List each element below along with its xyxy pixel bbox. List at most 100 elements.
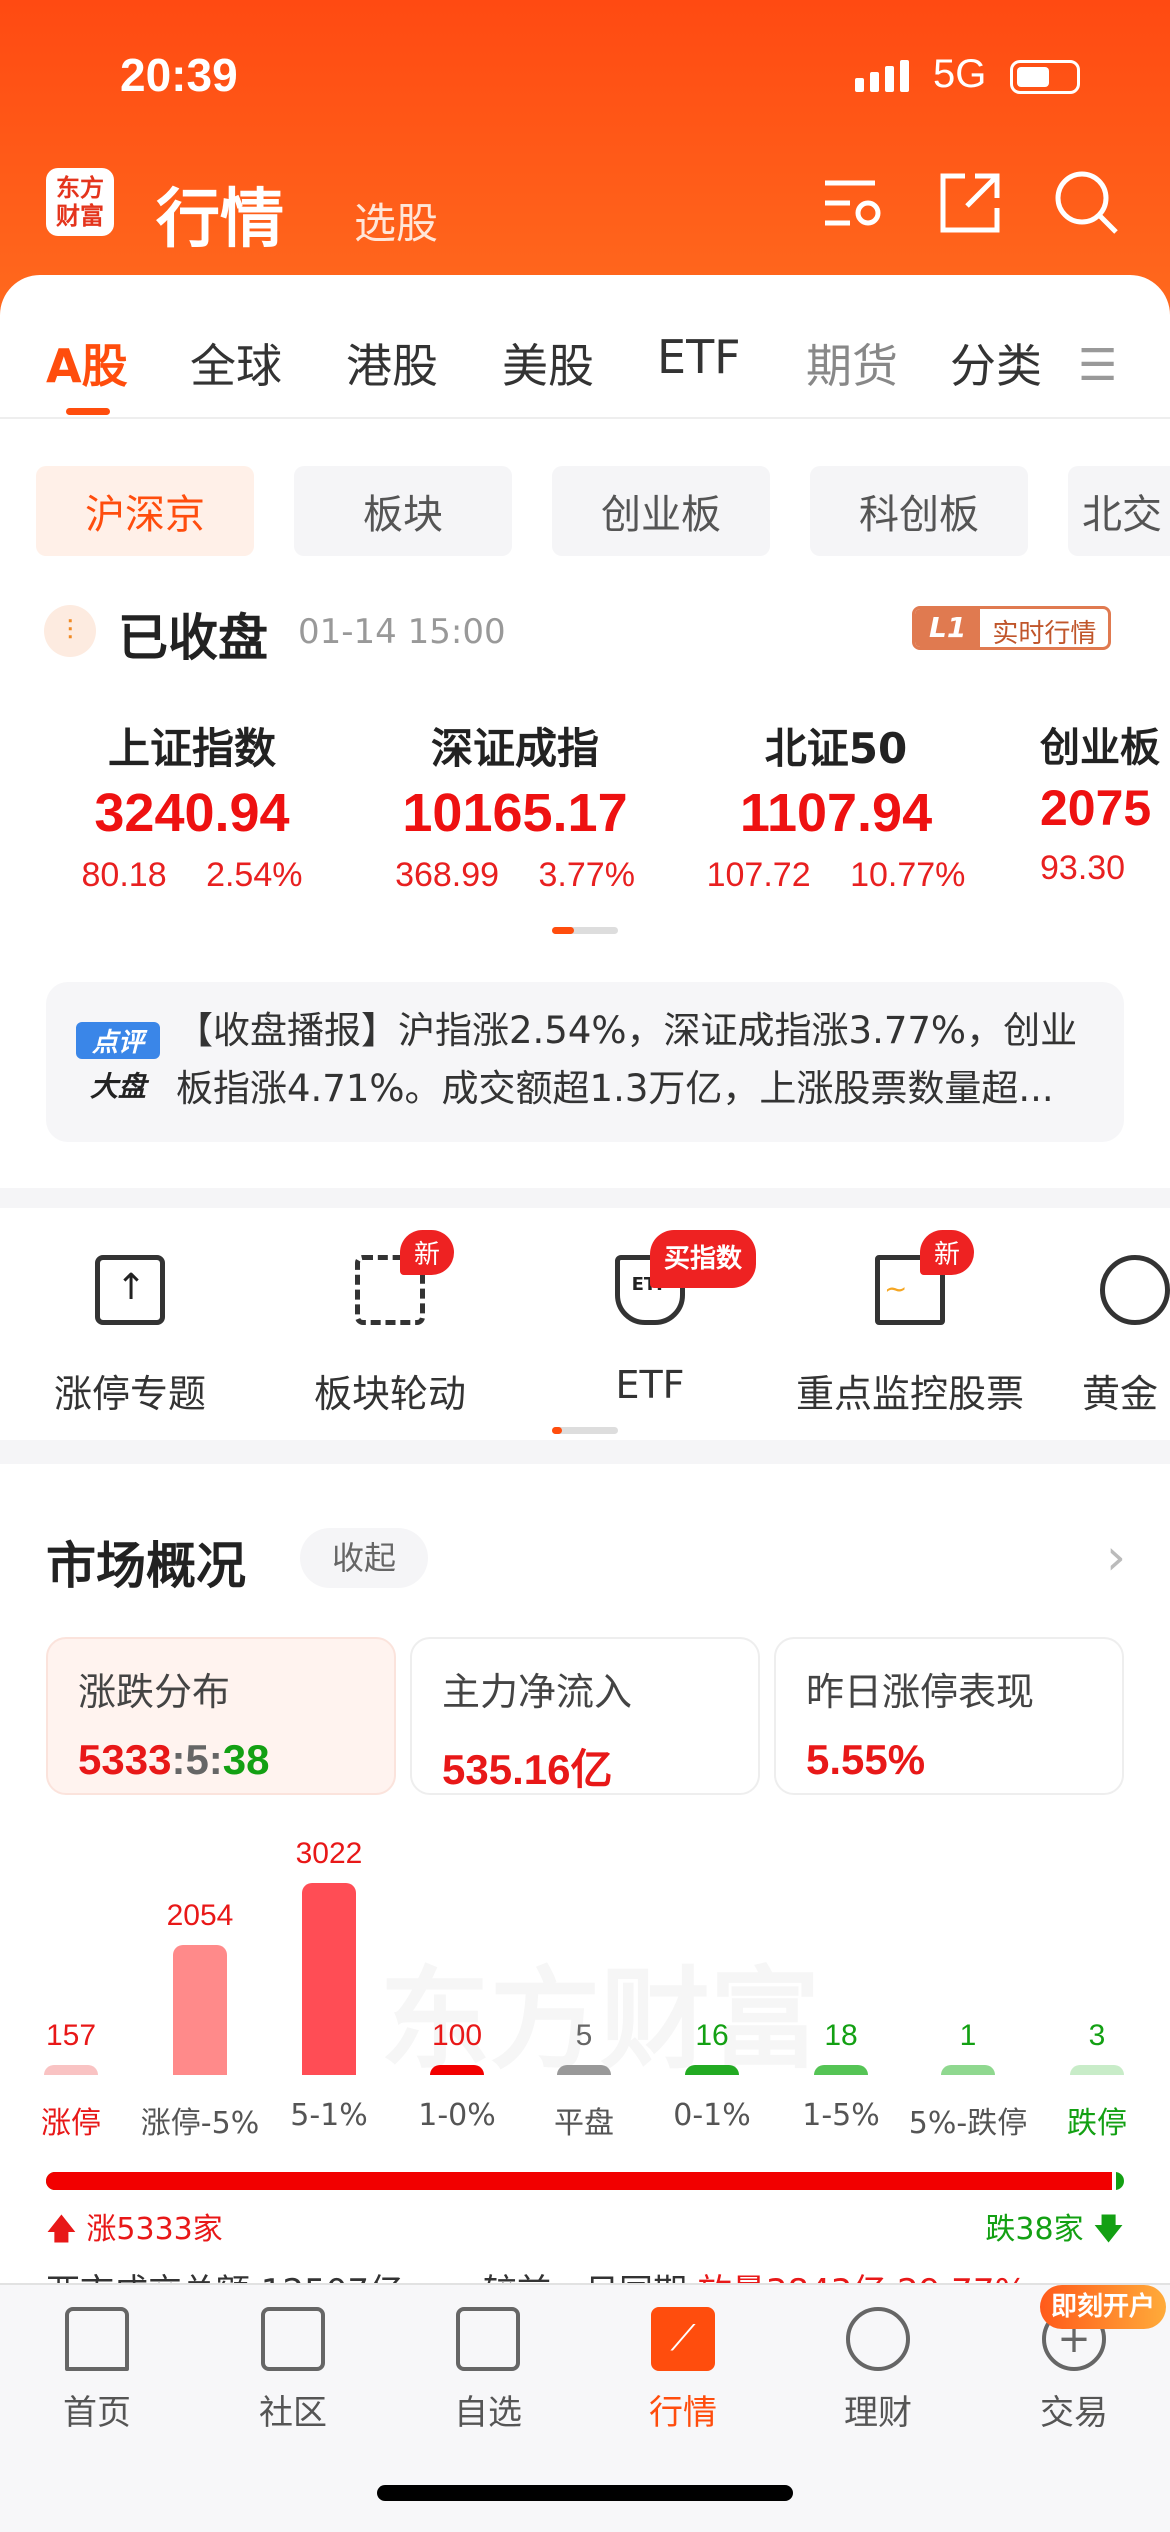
card-net-inflow[interactable]: 主力净流入 535.16亿 [410, 1637, 760, 1795]
index-bz50[interactable]: 北证50 1107.94 107.72 10.77% [686, 715, 986, 895]
commentary-text: 【收盘播报】沪指涨2.54%，深证成指涨3.77%，创业板指涨4.71%。成交额… [176, 1009, 1078, 1110]
chip-hushenjing[interactable]: 沪深京 [36, 466, 254, 556]
func-monitor[interactable]: ~ 新重点监控股票 [795, 1230, 1025, 1418]
chip-chinext[interactable]: 创业板 [552, 466, 770, 556]
commentary-badge: 点评 大盘 [76, 1022, 160, 1105]
bar-value-label: 16 [695, 2019, 729, 2052]
section-separator [0, 1440, 1170, 1464]
page-indicator [552, 927, 618, 934]
divider [0, 417, 1170, 419]
bottom-nav: 首页 社区 自选 ⟋ 行情 理财 + 交易 即刻开户 [0, 2283, 1170, 2532]
card-distribution[interactable]: 涨跌分布 5333:5:38 [46, 1637, 396, 1795]
bar-value-label: 18 [824, 2019, 858, 2052]
nav-watchlist[interactable]: 自选 [418, 2307, 558, 2434]
tab-global[interactable]: 全球 [190, 330, 282, 396]
category-label: 跌停 [1067, 2106, 1127, 2141]
chip-star[interactable]: 科创板 [810, 466, 1028, 556]
candlestick-icon: ⫶ [44, 605, 96, 657]
nav-wealth[interactable]: 理财 [808, 2307, 948, 2434]
index-pct: 10.77% [850, 856, 966, 894]
buy-index-badge: 买指数 [650, 1230, 757, 1288]
bar-value-label: 2054 [166, 1898, 234, 1932]
index-sz[interactable]: 深证成指 10165.17 368.99 3.77% [365, 715, 665, 895]
index-chinext[interactable]: 创业板 2075 93.30 [1040, 715, 1170, 888]
bar-6 [814, 2065, 868, 2075]
home-indicator [377, 2485, 793, 2501]
settings-list-icon[interactable] [820, 168, 890, 238]
collapse-button[interactable]: 收起 [300, 1528, 428, 1588]
limit-up-icon: ↑ [95, 1255, 165, 1325]
bar-7 [941, 2065, 995, 2075]
bar-value-label: 5 [575, 2019, 593, 2052]
func-etf[interactable]: ETF买指数 ETF [535, 1230, 765, 1407]
bar-2 [302, 1883, 356, 2075]
category-label: 1-0% [418, 2098, 496, 2133]
bar-4 [557, 2065, 611, 2075]
category-label: 0-1% [673, 2098, 751, 2133]
index-pct: 3.77% [538, 856, 635, 894]
category-label: 涨停 [41, 2106, 101, 2141]
realtime-label: 实时行情 [992, 619, 1097, 649]
nav-market[interactable]: ⟋ 行情 [613, 2307, 753, 2434]
network-label: 5G [933, 52, 987, 96]
tab-us[interactable]: 美股 [502, 330, 594, 396]
chip-sector[interactable]: 板块 [294, 466, 512, 556]
nav-home[interactable]: 首页 [27, 2307, 167, 2434]
func-gold[interactable]: 黄金 [1060, 1255, 1170, 1418]
watchlist-icon [456, 2307, 520, 2371]
monitor-icon: ~ 新 [875, 1230, 975, 1325]
index-value: 1107.94 [739, 783, 933, 843]
realtime-badge[interactable]: L1 实时行情 [912, 606, 1112, 650]
index-sh[interactable]: 上证指数 3240.94 80.18 2.54% [42, 715, 342, 895]
nav-label: 理财 [844, 2393, 912, 2433]
bar-value-label: 1 [959, 2019, 977, 2052]
nav-community[interactable]: 社区 [223, 2307, 363, 2434]
open-account-button[interactable]: 即刻开户 [1040, 2285, 1166, 2329]
func-limit-up[interactable]: ↑ 涨停专题 [15, 1255, 245, 1418]
tab-etf[interactable]: ETF [657, 330, 741, 384]
battery-icon [1010, 60, 1080, 94]
tab-category[interactable]: 分类 [950, 330, 1042, 396]
overview-title: 市场概况 [46, 1537, 246, 1595]
tab-futures[interactable]: 期货 [806, 330, 898, 396]
category-label: 1-5% [802, 2098, 880, 2133]
rotation-icon: 新 [355, 1230, 455, 1325]
card-value: 5.55% [806, 1736, 926, 1783]
index-value: 2075 [1040, 780, 1152, 836]
new-badge: 新 [400, 1230, 455, 1275]
tab-a-shares[interactable]: A股 [46, 330, 128, 396]
stock-picker-link[interactable]: 选股 [354, 190, 438, 251]
section-separator [0, 1188, 1170, 1208]
app-header: 20:39 5G 东方 财富 行情 选股 [0, 0, 1170, 320]
nav-label: 行情 [649, 2393, 717, 2433]
nav-label: 交易 [1040, 2393, 1108, 2433]
etf-icon: ETF买指数 [615, 1230, 757, 1325]
func-label: 重点监控股票 [795, 1372, 1024, 1416]
func-label: 涨停专题 [53, 1372, 206, 1416]
wealth-icon [846, 2307, 910, 2371]
new-badge: 新 [920, 1230, 975, 1275]
share-icon[interactable] [935, 168, 1005, 238]
card-title: 涨跌分布 [78, 1670, 231, 1714]
up-count: 5333 [78, 1736, 172, 1783]
chevron-right-icon[interactable]: › [1106, 1528, 1126, 1586]
page-title: 行情 [156, 183, 284, 257]
func-page-indicator [552, 1427, 618, 1434]
index-name: 北证50 [764, 724, 908, 773]
market-commentary[interactable]: 点评 大盘 【收盘播报】沪指涨2.54%，深证成指涨3.77%，创业板指涨4.7… [46, 982, 1124, 1142]
arrow-down-icon: 🡇 [1093, 2212, 1124, 2247]
chip-bse[interactable]: 北交 [1068, 466, 1170, 556]
tab-hk[interactable]: 港股 [346, 330, 438, 396]
card-title: 昨日涨停表现 [806, 1670, 1035, 1714]
bar-value-label: 3 [1088, 2019, 1106, 2052]
index-value: 10165.17 [402, 783, 628, 843]
search-icon[interactable] [1052, 168, 1122, 238]
home-icon [65, 2307, 129, 2371]
menu-icon[interactable]: ☰ [1078, 340, 1117, 391]
index-change: 107.72 [706, 856, 811, 894]
badge-bottom: 大盘 [89, 1070, 146, 1103]
index-value: 3240.94 [94, 783, 290, 843]
l1-label: L1 [915, 609, 981, 647]
card-limit-up-performance[interactable]: 昨日涨停表现 5.55% [774, 1637, 1124, 1795]
func-rotation[interactable]: 新板块轮动 [275, 1230, 505, 1418]
